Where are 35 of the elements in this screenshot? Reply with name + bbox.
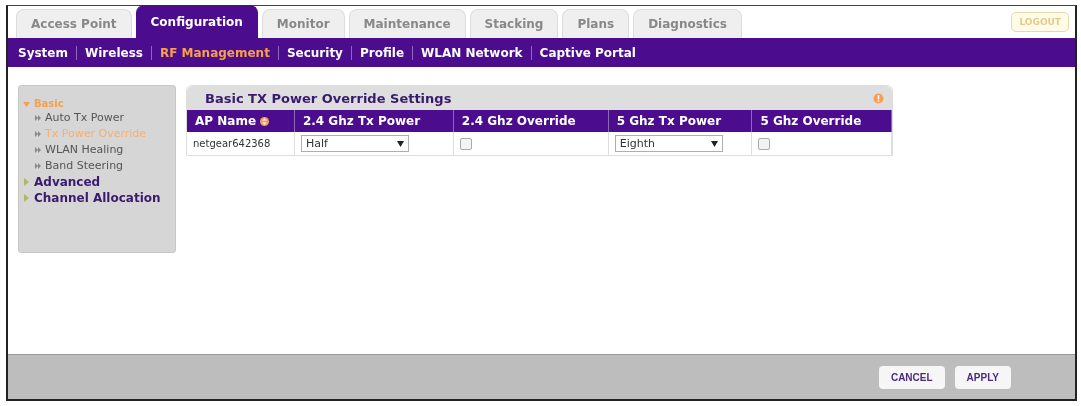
action-button[interactable]: CANCEL: [878, 365, 945, 389]
nav-tab[interactable]: Configuration: [135, 5, 258, 38]
column-header: 2.4 Ghz Tx Power: [294, 110, 454, 132]
triangle-down-icon: [23, 99, 30, 108]
subnav-link[interactable]: System: [18, 45, 68, 60]
bullet-icon: [35, 115, 41, 121]
sidebar-subitem[interactable]: Auto Tx Power: [23, 111, 173, 125]
power-dropdown[interactable]: Half: [300, 135, 409, 152]
sort-icon[interactable]: [260, 117, 270, 126]
sidebar-item[interactable]: Channel Allocation: [23, 191, 175, 205]
bullet-icon: [35, 163, 41, 169]
sidebar-subitem[interactable]: WLAN Healing: [23, 143, 173, 157]
override-checkbox[interactable]: [758, 137, 771, 150]
dropdown-arrow-icon: [396, 140, 404, 147]
subnav-link[interactable]: RF Management: [159, 45, 270, 60]
subnav-link[interactable]: Security: [286, 45, 343, 60]
action-button[interactable]: APPLY: [954, 365, 1011, 389]
sidebar-subitem[interactable]: Band Steering: [23, 159, 173, 173]
panel-title: Basic TX Power Override Settings: [205, 90, 452, 106]
column-header[interactable]: AP Name: [187, 110, 295, 132]
subnav-link[interactable]: Wireless: [85, 45, 143, 60]
bullet-icon: [35, 131, 41, 137]
table-cell: netgear642368: [187, 132, 295, 155]
subnav-link[interactable]: WLAN Network: [421, 45, 523, 60]
override-checkbox[interactable]: [459, 137, 472, 150]
column-header: 5 Ghz Override: [751, 110, 892, 132]
bullet-icon: [35, 147, 41, 153]
dropdown-arrow-icon: [710, 140, 718, 147]
subnav-link[interactable]: Captive Portal: [539, 45, 636, 60]
subnav-link[interactable]: Profile: [359, 45, 405, 60]
help-icon[interactable]: [873, 92, 884, 104]
column-header: 5 Ghz Tx Power: [608, 110, 752, 132]
column-header: 2.4 Ghz Override: [453, 110, 609, 132]
power-dropdown[interactable]: Eighth: [614, 135, 723, 152]
sidebar-item[interactable]: Advanced: [23, 175, 175, 189]
